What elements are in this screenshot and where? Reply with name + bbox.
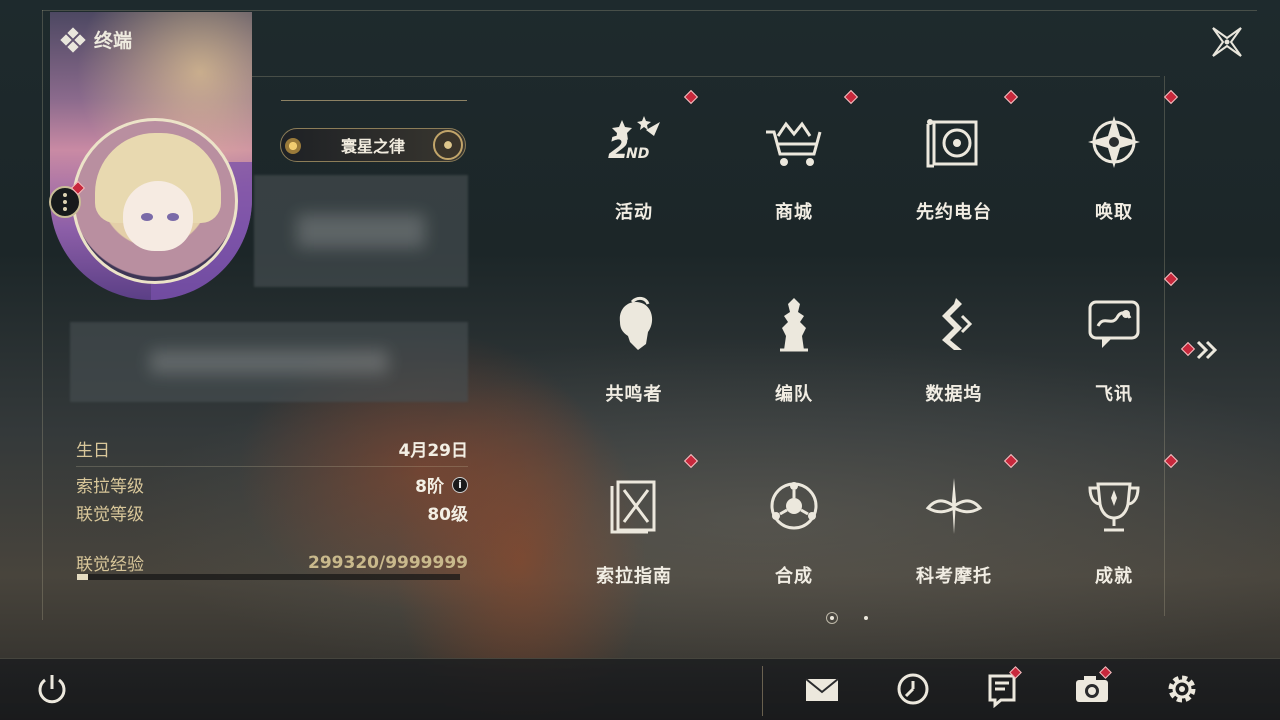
notification-badge (683, 453, 699, 469)
notice-button[interactable] (983, 666, 1022, 709)
camera-button[interactable] (1073, 666, 1112, 708)
clock-icon (897, 673, 929, 705)
event-2nd-anniversary-icon: 2 ND (602, 110, 666, 174)
svg-text:ND: ND (626, 146, 649, 162)
bottom-bar-divider (762, 666, 763, 716)
sun-icon (285, 138, 301, 154)
menu-item-achievements[interactable]: 成就 (1034, 453, 1194, 610)
title-badge-label: 寰星之律 (340, 137, 405, 156)
menu-item-label: 唤取 (1095, 202, 1133, 223)
stat-value: 4月29日 (398, 441, 469, 461)
menu-item-convene[interactable]: 唤取 (1034, 89, 1194, 246)
page-dot-2[interactable] (860, 612, 872, 624)
chevron-double-right-icon (1196, 340, 1218, 360)
menu-item-resonators[interactable]: 共鸣者 (554, 278, 714, 428)
stat-union-level: 联觉等级 80级 (76, 500, 468, 525)
stat-birthday: 生日 4月29日 (76, 436, 468, 461)
terminal-icon (60, 26, 86, 53)
menu-item-label: 飞讯 (1095, 384, 1133, 405)
trophy-icon (1082, 474, 1146, 538)
convene-compass-icon (1082, 110, 1146, 174)
notification-badge (1163, 89, 1179, 105)
menu-item-synthesis[interactable]: 合成 (714, 460, 874, 610)
menu-item-label: 合成 (775, 566, 813, 587)
menu-item-radio[interactable]: 先约电台 (874, 89, 1034, 246)
mail-icon (805, 678, 839, 701)
data-bank-icon (922, 292, 986, 356)
stat-sola-level: 索拉等级 8阶 i (76, 472, 468, 497)
menu-item-label: 商城 (775, 202, 813, 223)
notification-badge (843, 89, 859, 105)
menu-item-label: 活动 (615, 202, 653, 223)
menu-item-label: 科考摩托 (916, 566, 992, 587)
frame-inner-line (250, 76, 1160, 77)
menu-item-events[interactable]: 2 ND 活动 (554, 89, 714, 246)
menu-item-label: 先约电台 (916, 202, 992, 223)
stat-label: 索拉等级 (76, 477, 144, 497)
menu-item-team[interactable]: 编队 (714, 278, 874, 428)
message-bubble-icon (1082, 292, 1146, 356)
stat-label: 生日 (76, 441, 110, 461)
exp-progress-fill (77, 574, 89, 580)
medal-icon (433, 130, 463, 160)
notification-badge (1003, 89, 1019, 105)
stat-label: 联觉等级 (76, 505, 144, 525)
menu-item-messages[interactable]: 飞讯 (1034, 271, 1194, 428)
stat-value: 8阶 (415, 477, 444, 497)
avatar[interactable] (72, 118, 238, 284)
stat-value: 80级 (427, 505, 468, 525)
notification-badge (1163, 271, 1179, 287)
menu-item-label: 共鸣者 (605, 384, 663, 405)
team-chess-icon (762, 292, 826, 356)
close-icon (1212, 27, 1242, 57)
more-options-button[interactable] (49, 180, 86, 218)
exp-value: 299320/9999999 (308, 552, 468, 573)
title-divider (281, 100, 467, 101)
blurred-name-area (254, 175, 468, 287)
exp-progress-bar (77, 574, 460, 580)
menu-item-data-bank[interactable]: 数据坞 (874, 278, 1034, 428)
stat-divider (76, 466, 468, 467)
settings-gear-icon (1168, 675, 1196, 703)
history-button[interactable] (894, 670, 932, 708)
shop-cart-icon (762, 110, 826, 174)
settings-button[interactable] (1163, 670, 1201, 708)
guidebook-icon (602, 474, 666, 538)
notification-badge (1163, 453, 1179, 469)
menu-item-label: 编队 (775, 384, 813, 405)
header: 终端 (60, 26, 133, 53)
menu-item-shop[interactable]: 商城 (714, 89, 874, 246)
info-icon[interactable]: i (452, 476, 468, 493)
synthesis-icon (762, 474, 826, 538)
page-dot-1[interactable] (826, 612, 838, 624)
radio-pass-icon (922, 110, 986, 174)
close-button[interactable] (1205, 20, 1249, 64)
mail-button[interactable] (803, 670, 841, 708)
motorcycle-icon (922, 474, 986, 538)
menu-item-motorcycle[interactable]: 科考摩托 (874, 453, 1034, 610)
next-page-button[interactable] (1180, 338, 1222, 362)
menu-item-label: 成就 (1095, 566, 1133, 587)
frame-left-line (42, 10, 43, 620)
blurred-signature-area (70, 322, 468, 402)
stat-label: 联觉经验 (76, 555, 144, 575)
resonator-portrait-icon (602, 292, 666, 356)
frame-top-line (42, 10, 1257, 11)
power-icon (38, 675, 66, 704)
page-title: 终端 (94, 30, 133, 52)
menu-item-label: 索拉指南 (596, 566, 672, 587)
notification-badge (683, 89, 699, 105)
title-badge[interactable]: 寰星之律 (280, 128, 466, 162)
menu-item-guidebook[interactable]: 索拉指南 (554, 453, 714, 610)
stat-union-exp: 联觉经验 299320/9999999 (76, 550, 468, 576)
page-indicator (826, 612, 872, 624)
menu-item-label: 数据坞 (925, 384, 983, 405)
notification-badge (1003, 453, 1019, 469)
power-button[interactable] (33, 670, 71, 708)
stat-value-wrap: 8阶 i (415, 472, 468, 497)
